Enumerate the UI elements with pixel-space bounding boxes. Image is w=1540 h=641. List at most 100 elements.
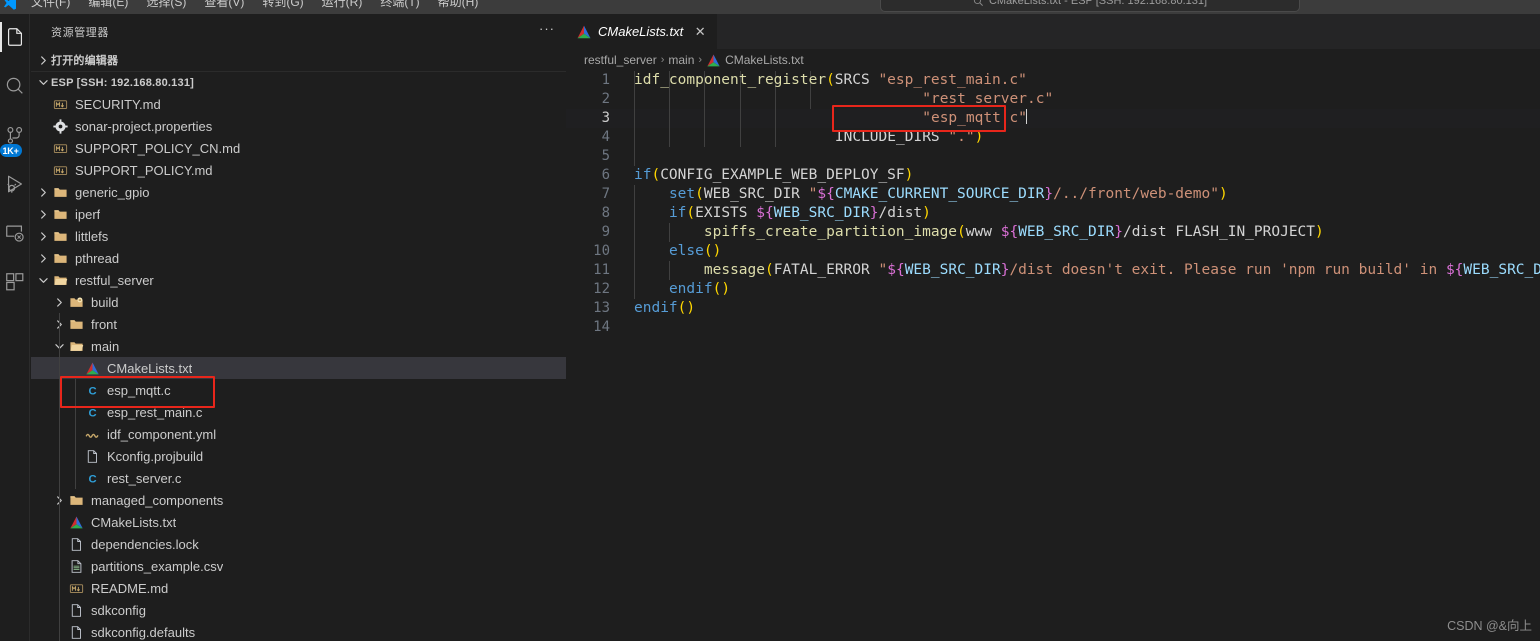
sidebar-item-remote-explorer[interactable] [0,218,30,248]
line-number: 14 [593,319,610,335]
tree-file-row[interactable]: SUPPORT_POLICY.md [31,159,566,181]
more-actions-button[interactable]: ··· [536,18,558,40]
chevron-right-icon[interactable] [35,250,51,266]
code-editor[interactable]: 1 idf_component_register(SRCS "esp_rest_m… [566,71,1540,641]
tree-item-label: generic_gpio [75,184,150,200]
tree-folder-row[interactable]: generic_gpio [31,181,566,203]
tree-file-row[interactable]: idf_component.yml [31,423,566,445]
cmake-icon [577,25,591,38]
code-line[interactable]: 2 "rest_server.c" [566,90,1540,109]
menu-item-1[interactable]: 编辑(E) [79,0,137,13]
cmake-icon [706,53,721,68]
tab-bar-empty-space [718,14,1540,49]
menu-item-7[interactable]: 帮助(H) [429,0,488,13]
folder-build-icon [67,295,86,310]
svg-text:C: C [88,473,96,485]
tree-folder-row[interactable]: restful_server [31,269,566,291]
indent-guide [634,147,635,166]
tree-file-row[interactable]: sonar-project.properties [31,115,566,137]
code-line[interactable]: 1 idf_component_register(SRCS "esp_rest_m… [566,71,1540,90]
code-line[interactable]: 11 message(FATAL_ERROR "${WEB_SRC_DIR}/d… [566,261,1540,280]
tree-folder-row[interactable]: iperf [31,203,566,225]
tree-folder-row[interactable]: build [31,291,566,313]
tree-file-row[interactable]: sdkconfig.defaults [31,621,566,641]
markdown-icon [51,141,70,156]
extensions-icon [5,273,23,291]
line-number: 7 [601,186,610,202]
code-line[interactable]: 4 INCLUDE_DIRS ".") [566,128,1540,147]
code-line[interactable]: 10 else() [566,242,1540,261]
tab-label: CMakeLists.txt [598,24,684,39]
text-caret [1026,109,1027,124]
code-line[interactable]: 9 spiffs_create_partition_image(www ${WE… [566,223,1540,242]
tree-file-row[interactable]: CMakeLists.txt [31,511,566,533]
code-line-text: spiffs_create_partition_image(www ${WEB_… [703,224,1324,240]
tree-folder-row[interactable]: main [31,335,566,357]
tree-file-row[interactable]: partitions_example.csv [31,555,566,577]
sidebar-item-source-control[interactable]: 1K+ [0,120,30,157]
tree-item-label: Kconfig.projbuild [107,448,204,464]
tree-folder-row[interactable]: pthread [31,247,566,269]
command-center[interactable]: CMakeLists.txt - ESP [SSH: 192.168.80.13… [880,0,1300,12]
code-line[interactable]: 13 endif() [566,299,1540,318]
line-number: 9 [601,224,610,240]
close-icon[interactable]: ✕ [691,23,709,41]
tree-file-row[interactable]: SUPPORT_POLICY_CN.md [31,137,566,159]
chevron-right-icon[interactable] [35,184,51,200]
tree-item-label: build [91,294,119,310]
breadcrumb-item[interactable]: CMakeLists.txt [725,53,804,67]
tree-file-row[interactable]: Cesp_rest_main.c [31,401,566,423]
tree-file-row[interactable]: dependencies.lock [31,533,566,555]
line-number: 13 [593,300,610,316]
chevron-down-icon[interactable] [35,272,51,288]
code-line[interactable]: 8 if(EXISTS ${WEB_SRC_DIR}/dist) [566,204,1540,223]
section-workspace-label: ESP [SSH: 192.168.80.131] [51,76,194,89]
chevron-right-icon[interactable] [35,206,51,222]
folder-icon [51,251,70,266]
chevron-right-icon[interactable] [51,294,67,310]
tree-folder-row[interactable]: littlefs [31,225,566,247]
chevron-right-icon[interactable] [35,228,51,244]
code-line[interactable]: 12 endif() [566,280,1540,299]
breadcrumb-item[interactable]: main [668,53,694,67]
csv-icon [67,559,86,574]
tab-cmakelists-txt[interactable]: CMakeLists.txt ✕ [566,14,719,49]
sidebar-item-explorer[interactable] [0,22,30,52]
tree-file-row[interactable]: sdkconfig [31,599,566,621]
sidebar-item-extensions[interactable] [0,267,30,297]
tree-folder-row[interactable]: front [31,313,566,335]
tree-file-row[interactable]: SECURITY.md [31,93,566,115]
line-number: 12 [593,281,610,297]
tree-item-label: partitions_example.csv [91,558,224,574]
svg-text:C: C [88,407,96,419]
menu-item-4[interactable]: 转到(G) [253,0,312,13]
section-workspace[interactable]: ESP [SSH: 192.168.80.131] [31,71,566,93]
menu-item-0[interactable]: 文件(F) [22,0,79,13]
tree-file-row[interactable]: README.md [31,577,566,599]
menu-item-6[interactable]: 终端(T) [371,0,428,13]
code-line[interactable]: 5 [566,147,1540,166]
code-line[interactable]: 14 [566,318,1540,337]
tree-indent-guide [59,313,60,641]
tree-item-label: managed_components [91,492,224,508]
code-line[interactable]: 6 if(CONFIG_EXAMPLE_WEB_DEPLOY_SF) [566,166,1540,185]
sidebar-item-run-debug[interactable] [0,169,30,199]
tree-folder-row[interactable]: managed_components [31,489,566,511]
menu-item-5[interactable]: 运行(R) [313,0,372,13]
menu-item-3[interactable]: 查看(V) [195,0,253,13]
tree-file-row[interactable]: Cesp_mqtt.c [31,379,566,401]
search-icon [973,0,983,6]
tree-file-row[interactable]: CMakeLists.txt [31,357,566,379]
tree-file-row[interactable]: Kconfig.projbuild [31,445,566,467]
breadcrumb-item[interactable]: restful_server [584,53,657,67]
sidebar-item-search[interactable] [0,71,30,101]
tree-file-row[interactable]: Crest_server.c [31,467,566,489]
tree-indent-guide [75,379,76,489]
section-open-editors[interactable]: 打开的编辑器 [31,49,566,71]
code-line[interactable]: 7 set(WEB_SRC_DIR "${CMAKE_CURRENT_SOURC… [566,185,1540,204]
code-line[interactable]: 3 "esp_mqtt.c" [566,109,1540,128]
explorer-icon [7,28,22,46]
menu-item-2[interactable]: 选择(S) [137,0,195,13]
markdown-icon [51,97,70,112]
code-line-text: if(EXISTS ${WEB_SRC_DIR}/dist) [668,205,931,221]
